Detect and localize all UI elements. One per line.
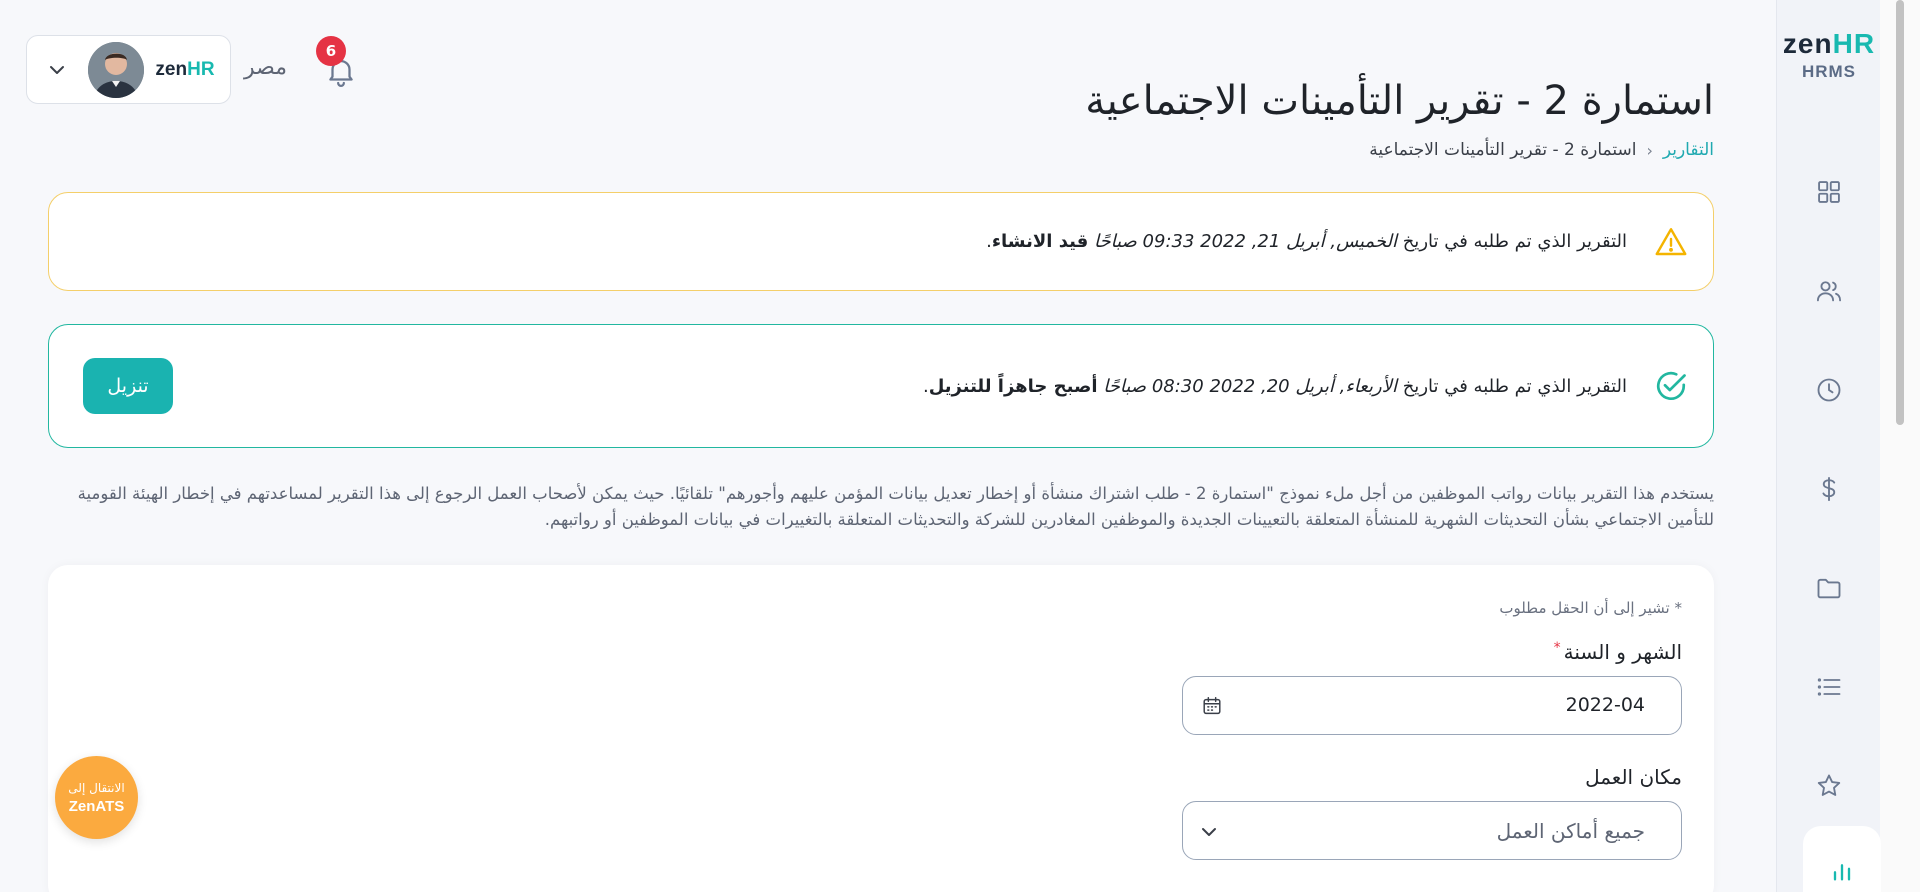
pending-alert-text: التقرير الذي تم طلبه في تاريخ الخميس, أب… <box>986 231 1627 252</box>
ready-status: أصبح جاهزاً للتنزيل <box>928 375 1098 397</box>
company-logo: zen HR <box>155 59 215 80</box>
work-location-select[interactable]: جميع أماكن العمل <box>1182 801 1682 860</box>
ready-alert-text: التقرير الذي تم طلبه في تاريخ الأربعاء, … <box>922 375 1627 397</box>
chevron-down-icon <box>1202 828 1216 836</box>
sidebar-item-payroll[interactable] <box>1777 439 1881 538</box>
bar-chart-icon <box>1833 864 1851 881</box>
sidebar-item-dashboard[interactable] <box>1777 142 1881 241</box>
sidebar-item-favorites[interactable] <box>1777 736 1881 835</box>
required-star: * <box>1553 640 1561 656</box>
user-menu[interactable]: zen HR <box>26 35 231 104</box>
avatar[interactable] <box>88 42 144 98</box>
breadcrumb-current: استمارة 2 - تقرير التأمينات الاجتماعية <box>1369 140 1637 160</box>
report-form-card: * تشير إلى أن الحقل مطلوب الشهر و السنة*… <box>48 565 1714 892</box>
sidebar-item-documents[interactable] <box>1777 538 1881 637</box>
zenats-switch-button[interactable]: الانتقال إلى ZenATS <box>55 756 138 839</box>
clock-icon <box>1817 378 1841 401</box>
warning-icon <box>1655 227 1687 255</box>
report-ready-alert: التقرير الذي تم طلبه في تاريخ الأربعاء, … <box>48 324 1714 448</box>
notification-badge[interactable]: 6 <box>316 36 346 66</box>
download-button[interactable]: تنزيل <box>83 358 173 414</box>
required-note: * تشير إلى أن الحقل مطلوب <box>1499 599 1682 617</box>
page-scrollbar[interactable] <box>1880 0 1920 892</box>
sidebar-item-employees[interactable] <box>1777 241 1881 340</box>
chevron-down-icon[interactable] <box>45 58 69 82</box>
star-icon <box>1817 774 1841 796</box>
list-icon <box>1817 677 1841 696</box>
sidebar-item-requests[interactable] <box>1777 637 1881 736</box>
check-circle-icon <box>1656 371 1686 400</box>
month-year-label: الشهر و السنة* <box>1553 640 1682 664</box>
scrollbar-thumb[interactable] <box>1896 0 1904 425</box>
dollar-icon <box>1822 476 1836 501</box>
chevron-left-icon: ‹ <box>1646 140 1653 160</box>
breadcrumb-reports-link[interactable]: التقارير <box>1663 140 1714 160</box>
work-location-value: جميع أماكن العمل <box>1496 819 1645 843</box>
report-description: يستخدم هذا التقرير بيانات رواتب الموظفين… <box>77 484 1714 529</box>
users-icon <box>1816 280 1842 301</box>
month-year-input[interactable]: 2022-04 <box>1182 676 1682 735</box>
country-label[interactable]: مصر <box>244 55 287 80</box>
logo-subtitle: HRMS <box>1801 62 1857 81</box>
sidebar: zenHR HRMS <box>1776 0 1881 892</box>
page-title: استمارة 2 - تقرير التأمينات الاجتماعية <box>1085 78 1714 124</box>
work-location-label: مكان العمل <box>1585 765 1682 789</box>
sidebar-item-attendance[interactable] <box>1777 340 1881 439</box>
dashboard-grid-icon <box>1818 180 1840 203</box>
pending-date: الخميس, أبريل 21, 2022 09:33 صباحًا <box>1094 231 1397 252</box>
zenhr-logo[interactable]: zenHR HRMS <box>1777 28 1881 82</box>
report-pending-alert: التقرير الذي تم طلبه في تاريخ الخميس, أب… <box>48 192 1714 291</box>
month-year-value: 2022-04 <box>1565 694 1645 716</box>
avatar-image <box>88 42 144 98</box>
ready-date: الأربعاء, أبريل 20, 2022 08:30 صباحًا <box>1103 375 1397 397</box>
breadcrumb: التقارير ‹ استمارة 2 - تقرير التأمينات ا… <box>1369 140 1714 160</box>
calendar-icon[interactable] <box>1201 695 1223 717</box>
pending-status: قيد الانشاء <box>991 231 1089 252</box>
sidebar-item-reports[interactable] <box>1803 826 1881 892</box>
folder-icon <box>1817 578 1841 598</box>
sidebar-nav <box>1777 142 1881 892</box>
